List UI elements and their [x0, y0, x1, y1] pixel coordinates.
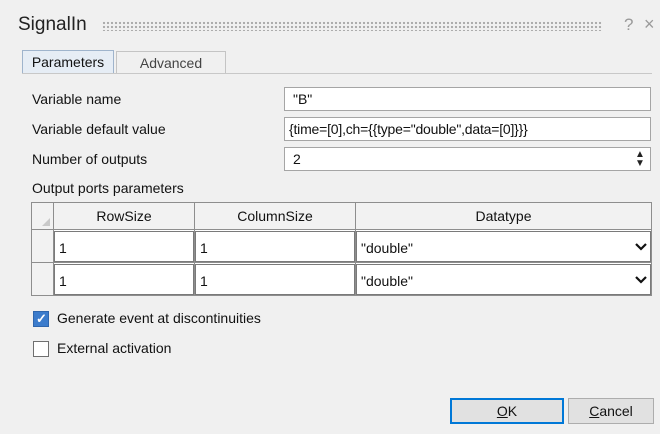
output-ports-label: Output ports parameters: [32, 180, 184, 196]
checkmark-icon: ✓: [36, 311, 47, 326]
tab-divider: [22, 73, 652, 74]
rowsize-cell[interactable]: [54, 263, 194, 295]
close-icon[interactable]: ×: [644, 14, 655, 35]
datatype-select[interactable]: "double": [356, 263, 651, 295]
column-header-columnsize[interactable]: ColumnSize: [194, 202, 356, 230]
select-all-corner[interactable]: [31, 202, 54, 230]
table-header-row: RowSize ColumnSize Datatype: [31, 202, 652, 230]
datatype-select[interactable]: "double": [356, 230, 651, 262]
default-value-label: Variable default value: [32, 121, 166, 137]
column-header-datatype[interactable]: Datatype: [355, 202, 652, 230]
num-outputs-spinner[interactable]: [284, 147, 651, 171]
num-outputs-label: Number of outputs: [32, 151, 148, 167]
ok-button[interactable]: OK: [450, 398, 564, 424]
drag-grip[interactable]: [102, 21, 602, 31]
columnsize-cell[interactable]: [195, 263, 355, 295]
generate-event-label: Generate event at discontinuities: [57, 310, 261, 326]
tab-advanced[interactable]: Advanced: [116, 51, 226, 73]
rowsize-cell[interactable]: [54, 230, 194, 262]
output-ports-table: RowSize ColumnSize Datatype "double": [31, 202, 652, 300]
datatype-value: "double": [361, 239, 413, 256]
window-title: SignalIn: [18, 14, 87, 35]
external-activation-label: External activation: [57, 340, 172, 356]
title-bar[interactable]: SignalIn ? ×: [0, 0, 660, 46]
table-row: "double": [31, 229, 652, 263]
spin-up-down-icon[interactable]: ▲ ▼: [630, 148, 650, 170]
row-header[interactable]: [31, 262, 54, 296]
table-row: "double": [31, 262, 652, 296]
chevron-down-icon[interactable]: [635, 270, 647, 293]
cancel-button[interactable]: Cancel: [568, 398, 654, 424]
tab-parameters[interactable]: Parameters: [22, 50, 114, 73]
variable-name-label: Variable name: [32, 91, 122, 107]
checkbox-checked[interactable]: ✓: [33, 311, 49, 327]
tab-strip: Parameters Advanced: [22, 50, 652, 74]
checkbox-unchecked[interactable]: [33, 341, 49, 357]
chevron-down-icon[interactable]: [635, 237, 647, 260]
columnsize-cell[interactable]: [195, 230, 355, 262]
datatype-value: "double": [361, 272, 413, 289]
variable-name-field[interactable]: [284, 87, 651, 111]
column-header-rowsize[interactable]: RowSize: [53, 202, 195, 230]
default-value-field[interactable]: [284, 117, 651, 141]
help-icon[interactable]: ?: [624, 15, 633, 35]
row-header[interactable]: [31, 229, 54, 263]
